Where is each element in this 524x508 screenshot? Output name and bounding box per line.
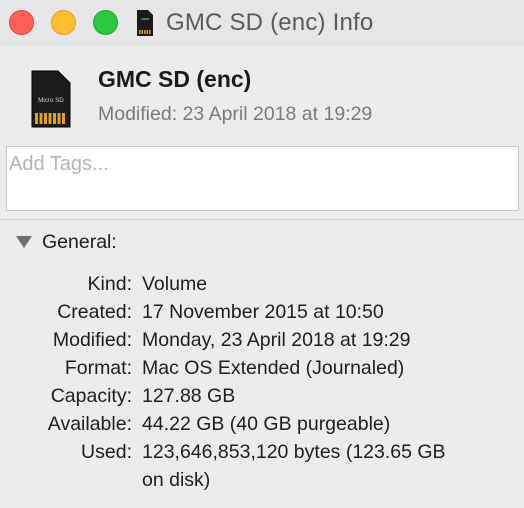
- sd-card-icon: [137, 10, 153, 36]
- info-label: Format:: [64, 357, 132, 379]
- micro-sd-logo-text: Micro SD: [38, 97, 64, 104]
- info-value: 123,646,853,120 bytes (123.65 GB on disk…: [142, 441, 446, 491]
- info-value: Volume: [142, 273, 208, 295]
- info-value: Monday, 23 April 2018 at 19:29: [142, 329, 411, 351]
- info-value: 44.22 GB (40 GB purgeable): [142, 413, 391, 435]
- info-label: Modified:: [52, 329, 132, 351]
- info-row-available: Available: 44.22 GB (40 GB purgeable): [0, 410, 524, 438]
- info-label: Used:: [81, 441, 132, 463]
- info-row-format: Format: Mac OS Extended (Journaled): [0, 354, 524, 382]
- tags-field-container[interactable]: [6, 146, 519, 211]
- info-label: Available:: [47, 413, 132, 435]
- general-info-list: Kind: Volume Created: 17 November 2015 a…: [0, 270, 524, 494]
- info-row-modified: Modified: Monday, 23 April 2018 at 19:29: [0, 326, 524, 354]
- minimize-button[interactable]: [51, 10, 76, 35]
- info-row-created: Created: 17 November 2015 at 10:50: [0, 298, 524, 326]
- general-section-title: General:: [42, 230, 117, 253]
- info-value: 17 November 2015 at 10:50: [142, 301, 384, 323]
- general-section-toggle[interactable]: General:: [16, 231, 117, 253]
- info-value: 127.88 GB: [142, 385, 236, 407]
- window-title: GMC SD (enc) Info: [166, 9, 374, 36]
- info-value: Mac OS Extended (Journaled): [142, 357, 405, 379]
- zoom-button[interactable]: [93, 10, 118, 35]
- info-row-capacity: Capacity: 127.88 GB: [0, 382, 524, 410]
- window-title-group: GMC SD (enc) Info: [136, 8, 373, 38]
- info-label: Capacity:: [50, 385, 132, 407]
- item-modified-date: Modified: 23 April 2018 at 19:29: [98, 103, 373, 125]
- info-row-kind: Kind: Volume: [0, 270, 524, 298]
- info-row-used: Used: 123,646,853,120 bytes (123.65 GB o…: [0, 438, 524, 494]
- item-name: GMC SD (enc): [98, 66, 252, 92]
- disclosure-triangle-icon[interactable]: [16, 236, 32, 248]
- info-label: Kind:: [87, 273, 132, 295]
- section-divider: [0, 219, 524, 220]
- title-bar[interactable]: GMC SD (enc) Info: [0, 0, 524, 46]
- info-label: Created:: [57, 301, 132, 323]
- close-button[interactable]: [9, 10, 34, 35]
- item-header: Micro SD GMC SD (enc) Modified: 23 April…: [0, 46, 524, 142]
- tags-input[interactable]: [9, 150, 509, 178]
- info-window: GMC SD (enc) Info Micro SD GMC SD (enc) …: [0, 0, 524, 508]
- micro-sd-card-icon: Micro SD: [31, 70, 71, 128]
